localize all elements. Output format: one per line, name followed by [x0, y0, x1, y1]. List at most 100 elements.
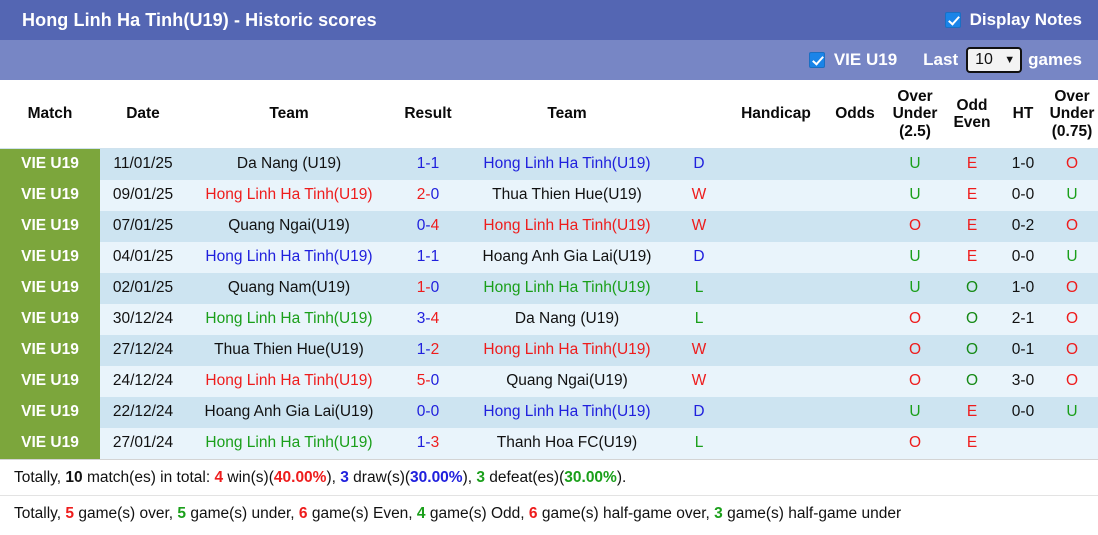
- cell-handicap: [728, 428, 824, 459]
- score-away: 1: [430, 155, 440, 173]
- games-count-select[interactable]: 10 ▼: [966, 47, 1023, 73]
- ou25-line2: Under: [892, 105, 938, 123]
- last-label: Last: [923, 50, 959, 69]
- cell-home-team[interactable]: Hong Linh Ha Tinh(U19): [186, 304, 392, 335]
- cell-away-team[interactable]: Hong Linh Ha Tinh(U19): [464, 273, 670, 304]
- cell-over-under-25: O: [908, 434, 922, 452]
- col-header-over-under-075[interactable]: Over Under (0.75): [1046, 80, 1098, 149]
- table-row[interactable]: VIE U19 04/01/25 Hong Linh Ha Tinh(U19) 1-1…: [0, 241, 1098, 273]
- cell-away-team[interactable]: Hong Linh Ha Tinh(U19): [464, 335, 670, 366]
- cell-away-team[interactable]: Thua Thien Hue(U19): [464, 180, 670, 211]
- cell-match-league[interactable]: VIE U19: [0, 272, 100, 304]
- league-filter-label: VIE U19: [833, 50, 898, 69]
- score-away: 3: [430, 434, 440, 452]
- table-row[interactable]: VIE U19 30/12/24 Hong Linh Ha Tinh(U19) 3-4…: [0, 303, 1098, 335]
- cell-away-team[interactable]: Da Nang (U19): [464, 304, 670, 335]
- f2-over: 5: [65, 504, 75, 522]
- cell-away-team[interactable]: Hong Linh Ha Tinh(U19): [464, 397, 670, 428]
- col-header-away-team[interactable]: Team: [464, 80, 670, 149]
- cell-odds: [824, 304, 886, 335]
- table-head: Match Date Team Result Team Handicap Odd…: [0, 80, 1098, 149]
- cell-over-under-25: O: [908, 217, 922, 235]
- col-header-home-team[interactable]: Team: [186, 80, 392, 149]
- cell-match-date: 22/12/24: [112, 403, 174, 421]
- cell-match-league[interactable]: VIE U19: [0, 334, 100, 366]
- cell-odds: [824, 242, 886, 273]
- cell-away-team[interactable]: Thanh Hoa FC(U19): [464, 428, 670, 459]
- col-header-odds[interactable]: Odds: [824, 80, 886, 149]
- cell-result[interactable]: 3-4: [392, 304, 464, 335]
- cell-result[interactable]: 1-0: [392, 273, 464, 304]
- display-notes-checkbox[interactable]: [944, 12, 961, 28]
- table-row[interactable]: VIE U19 09/01/25 Hong Linh Ha Tinh(U19) 2-0…: [0, 179, 1098, 211]
- cell-result[interactable]: 0-4: [392, 211, 464, 242]
- col-header-over-under-25[interactable]: Over Under (2.5): [886, 80, 944, 149]
- score-away: 4: [430, 310, 440, 328]
- cell-match-league[interactable]: VIE U19: [0, 179, 100, 211]
- league-filter-checkbox[interactable]: [808, 52, 825, 68]
- cell-odd-even: E: [966, 217, 978, 235]
- cell-away-team[interactable]: Hong Linh Ha Tinh(U19): [464, 211, 670, 242]
- cell-home-team[interactable]: Quang Ngai(U19): [186, 211, 392, 242]
- cell-away-team[interactable]: Hong Linh Ha Tinh(U19): [464, 149, 670, 180]
- cell-match-date: 27/01/24: [112, 434, 174, 452]
- cell-over-under-075: O: [1065, 217, 1079, 235]
- cell-match-league[interactable]: VIE U19: [0, 303, 100, 335]
- display-notes-toggle[interactable]: Display Notes: [944, 10, 1082, 30]
- historic-scores-panel: Hong Linh Ha Tinh(U19) - Historic scores…: [0, 0, 1098, 535]
- cell-over-under-075: [1046, 428, 1098, 459]
- table-row[interactable]: VIE U19 27/01/24 Hong Linh Ha Tinh(U19) 1-3…: [0, 427, 1098, 459]
- col-header-wdl: [670, 80, 728, 149]
- col-header-date[interactable]: Date: [100, 80, 186, 149]
- cell-home-team[interactable]: Hoang Anh Gia Lai(U19): [186, 397, 392, 428]
- table-row[interactable]: VIE U19 11/01/25 Da Nang (U19) 1-1 Hong Linh…: [0, 148, 1098, 180]
- table-row[interactable]: VIE U19 02/01/25 Quang Nam(U19) 1-0 Hong Lin…: [0, 272, 1098, 304]
- league-filter-toggle[interactable]: VIE U19: [808, 50, 898, 70]
- cell-home-team[interactable]: Hong Linh Ha Tinh(U19): [186, 180, 392, 211]
- cell-home-team[interactable]: Hong Linh Ha Tinh(U19): [186, 366, 392, 397]
- col-header-handicap[interactable]: Handicap: [728, 80, 824, 149]
- table-row[interactable]: VIE U19 24/12/24 Hong Linh Ha Tinh(U19) 5-0…: [0, 365, 1098, 397]
- cell-match-league[interactable]: VIE U19: [0, 427, 100, 459]
- cell-match-league[interactable]: VIE U19: [0, 396, 100, 428]
- f1-p7: defeat(es)(: [485, 468, 565, 486]
- col-header-odd-even[interactable]: Odd Even: [944, 80, 1000, 149]
- cell-handicap: [728, 366, 824, 397]
- cell-result-letter: L: [694, 434, 704, 452]
- cell-match-date: 04/01/25: [112, 248, 174, 266]
- cell-home-team[interactable]: Hong Linh Ha Tinh(U19): [186, 242, 392, 273]
- f1-total: 10: [65, 468, 83, 486]
- cell-result[interactable]: 1-3: [392, 428, 464, 459]
- table-row[interactable]: VIE U19 27/12/24 Thua Thien Hue(U19) 1-2 Hon…: [0, 334, 1098, 366]
- col-header-ht[interactable]: HT: [1000, 80, 1046, 149]
- filter-bar: VIE U19 Last 10 ▼ games: [0, 40, 1098, 80]
- cell-half-time-score: 3-0: [1011, 372, 1035, 390]
- score-away: 0: [430, 372, 440, 390]
- cell-home-team[interactable]: Da Nang (U19): [186, 149, 392, 180]
- cell-over-under-075: U: [1066, 403, 1078, 421]
- cell-home-team[interactable]: Thua Thien Hue(U19): [186, 335, 392, 366]
- col-header-match[interactable]: Match: [0, 80, 100, 149]
- cell-result-letter: W: [691, 186, 707, 204]
- cell-result[interactable]: 1-2: [392, 335, 464, 366]
- cell-home-team[interactable]: Hong Linh Ha Tinh(U19): [186, 428, 392, 459]
- cell-result[interactable]: 1-1: [392, 149, 464, 180]
- cell-away-team[interactable]: Hoang Anh Gia Lai(U19): [464, 242, 670, 273]
- cell-half-time-score: 0-1: [1011, 341, 1035, 359]
- cell-match-league[interactable]: VIE U19: [0, 210, 100, 242]
- cell-result[interactable]: 5-0: [392, 366, 464, 397]
- cell-match-league[interactable]: VIE U19: [0, 365, 100, 397]
- cell-odd-even: O: [965, 372, 979, 390]
- cell-home-team[interactable]: Quang Nam(U19): [186, 273, 392, 304]
- cell-result[interactable]: 2-0: [392, 180, 464, 211]
- cell-match-league[interactable]: VIE U19: [0, 241, 100, 273]
- table-row[interactable]: VIE U19 22/12/24 Hoang Anh Gia Lai(U19) 0-0…: [0, 396, 1098, 428]
- cell-result[interactable]: 0-0: [392, 397, 464, 428]
- cell-result[interactable]: 1-1: [392, 242, 464, 273]
- cell-match-date: 24/12/24: [112, 372, 174, 390]
- cell-away-team[interactable]: Quang Ngai(U19): [464, 366, 670, 397]
- cell-odd-even: O: [965, 341, 979, 359]
- col-header-result[interactable]: Result: [392, 80, 464, 149]
- table-row[interactable]: VIE U19 07/01/25 Quang Ngai(U19) 0-4 Hong Li…: [0, 210, 1098, 242]
- cell-match-league[interactable]: VIE U19: [0, 148, 100, 180]
